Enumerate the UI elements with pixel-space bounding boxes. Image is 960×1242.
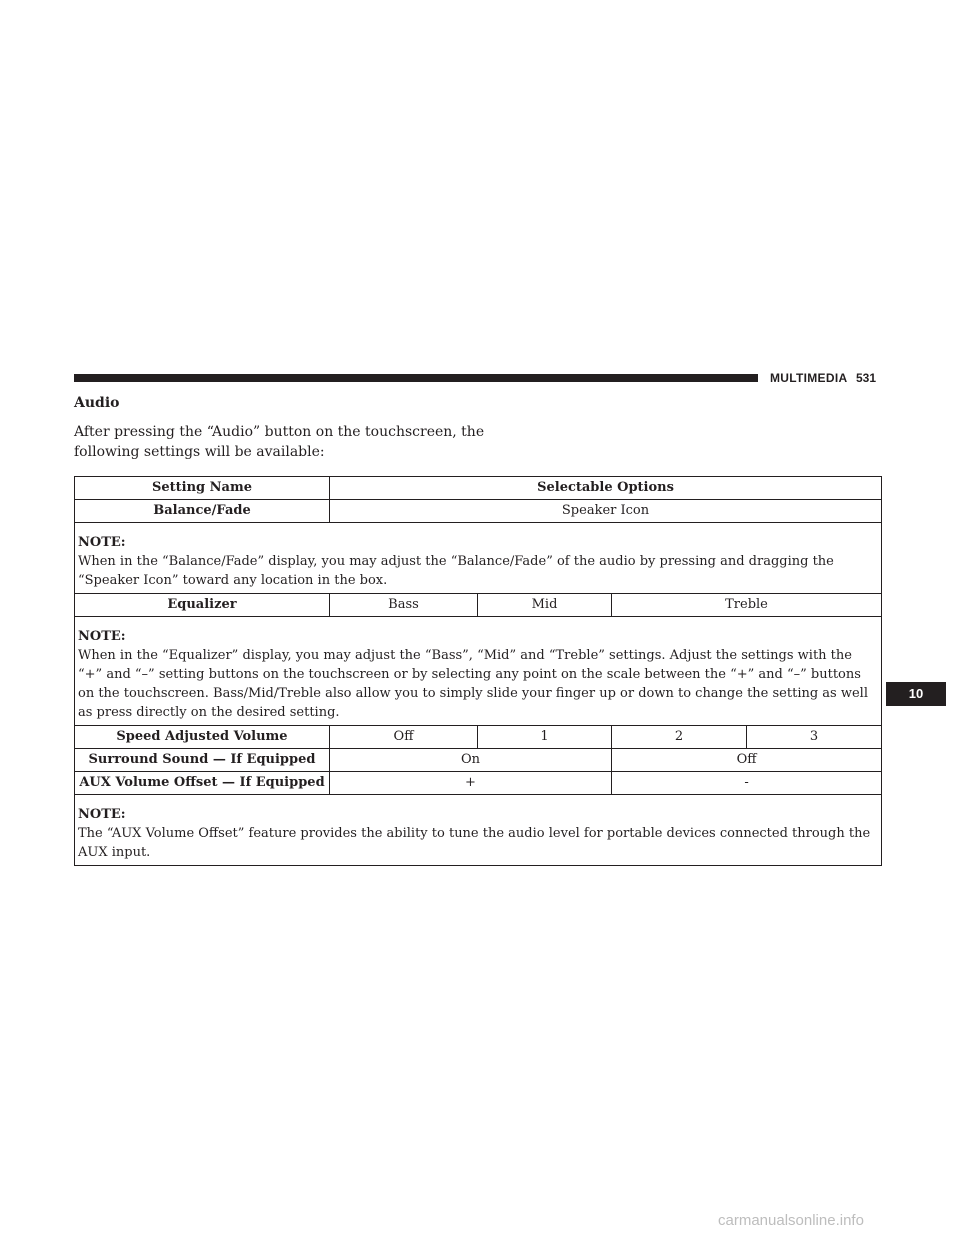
option-on: On <box>329 748 612 772</box>
option-off: Off <box>610 748 883 772</box>
note-balance-fade: NOTE: When in the “Balance/Fade” display… <box>73 522 883 594</box>
note-label: NOTE: <box>78 807 126 822</box>
option-treble: Treble <box>610 593 883 617</box>
note-equalizer: NOTE: When in the “Equalizer” display, y… <box>73 616 883 726</box>
watermark: carmanualsonline.info <box>718 1212 864 1229</box>
setting-name-equalizer: Equalizer <box>74 593 330 617</box>
option-1: 1 <box>477 725 612 749</box>
setting-name-surround-sound: Surround Sound — If Equipped <box>74 748 330 772</box>
table-row: Equalizer Bass Mid Treble <box>74 593 883 617</box>
note-text: When in the “Equalizer” display, you may… <box>78 648 868 720</box>
header-rule <box>74 374 758 382</box>
header-selectable-options: Selectable Options <box>328 476 883 500</box>
table-row: AUX Volume Offset — If Equipped + - <box>74 771 883 795</box>
note-row: NOTE: When in the “Equalizer” display, y… <box>73 616 883 726</box>
table-header-row: Setting Name Selectable Options <box>74 476 883 500</box>
option-3: 3 <box>745 725 883 749</box>
intro-paragraph: After pressing the “Audio” button on the… <box>74 424 485 460</box>
note-text: When in the “Balance/Fade” display, you … <box>78 554 834 588</box>
note-row: NOTE: The “AUX Volume Offset” feature pr… <box>73 794 883 866</box>
note-aux-volume-offset: NOTE: The “AUX Volume Offset” feature pr… <box>73 794 883 866</box>
header-setting-name: Setting Name <box>74 476 330 500</box>
table-row: Balance/Fade Speaker Icon <box>74 499 883 523</box>
option-minus: - <box>610 771 883 795</box>
audio-settings-table: Setting Name Selectable Options Balance/… <box>73 476 883 866</box>
chapter-tab: 10 <box>886 682 946 706</box>
option-speaker-icon: Speaker Icon <box>328 499 883 523</box>
note-text: The “AUX Volume Offset” feature provides… <box>78 826 871 860</box>
option-off: Off <box>329 725 478 749</box>
header-page-number: 531 <box>856 371 877 385</box>
option-2: 2 <box>611 725 747 749</box>
option-mid: Mid <box>477 593 612 617</box>
option-bass: Bass <box>329 593 478 617</box>
note-label: NOTE: <box>78 535 126 550</box>
header-section-title: MULTIMEDIA <box>770 371 848 385</box>
option-plus: + <box>329 771 612 795</box>
note-row: NOTE: When in the “Balance/Fade” display… <box>73 522 883 594</box>
table-row: Speed Adjusted Volume Off 1 2 3 <box>74 725 883 749</box>
setting-name-speed-adjusted-volume: Speed Adjusted Volume <box>74 725 330 749</box>
setting-name-aux-volume-offset: AUX Volume Offset — If Equipped <box>74 771 330 795</box>
setting-name-balance-fade: Balance/Fade <box>74 499 330 523</box>
table-row: Surround Sound — If Equipped On Off <box>74 748 883 772</box>
note-label: NOTE: <box>78 629 126 644</box>
section-title: Audio <box>74 395 120 411</box>
